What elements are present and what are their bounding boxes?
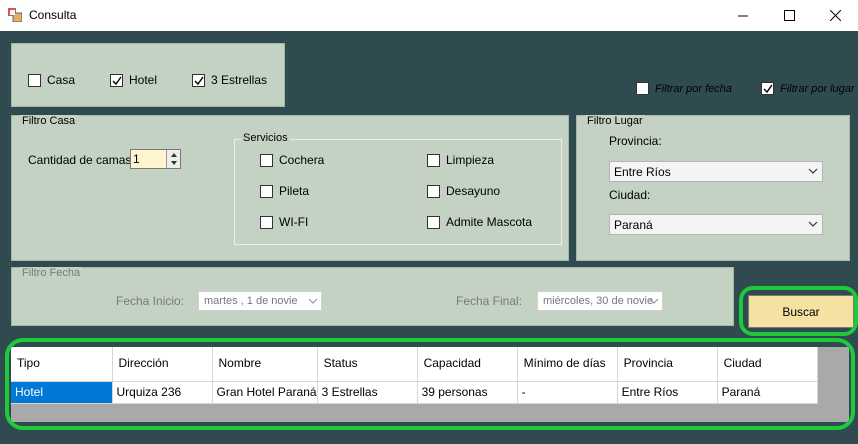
close-button[interactable] <box>812 0 858 31</box>
col-header-provincia[interactable]: Provincia <box>617 347 718 382</box>
hotel-label: Hotel <box>129 73 158 87</box>
type-panel: Casa Hotel 3 Estrellas <box>11 43 285 107</box>
checkbox-box <box>28 73 41 87</box>
results-grid[interactable]: Tipo Dirección Nombre Status Capacidad M… <box>11 347 849 422</box>
camas-label: Cantidad de camas <box>28 153 132 167</box>
desayuno-checkbox[interactable]: Desayuno <box>427 184 500 198</box>
checkbox-box <box>110 73 123 87</box>
results-table: Tipo Dirección Nombre Status Capacidad M… <box>11 347 818 404</box>
servicios-title: Servicios <box>241 132 290 144</box>
tres-estrellas-checkbox[interactable]: 3 Estrellas <box>192 73 267 87</box>
buscar-button[interactable]: Buscar <box>748 295 854 328</box>
pileta-label: Pileta <box>279 184 310 198</box>
provincia-select[interactable]: Entre Ríos <box>609 161 823 182</box>
cochera-checkbox[interactable]: Cochera <box>260 153 324 167</box>
checkbox-box <box>427 215 440 229</box>
fecha-final-value: miércoles, 30 de novie <box>543 295 654 307</box>
checkbox-box <box>636 82 649 95</box>
mascota-checkbox[interactable]: Admite Mascota <box>427 215 532 229</box>
pileta-checkbox[interactable]: Pileta <box>260 184 309 198</box>
col-header-capacidad[interactable]: Capacidad <box>417 347 518 382</box>
col-header-minimo-dias[interactable]: Mínimo de días <box>517 347 618 382</box>
limpieza-label: Limpieza <box>446 153 495 167</box>
wifi-label: WI-FI <box>279 215 309 229</box>
chevron-down-icon <box>808 168 818 174</box>
cochera-label: Cochera <box>279 153 325 167</box>
provincia-value: Entre Ríos <box>614 165 671 179</box>
wifi-checkbox[interactable]: WI-FI <box>260 215 308 229</box>
checkbox-box <box>260 184 273 198</box>
checkbox-box <box>260 153 273 167</box>
col-header-nombre[interactable]: Nombre <box>212 347 318 382</box>
hotel-checkbox[interactable]: Hotel <box>110 73 157 87</box>
cell-provincia[interactable]: Entre Ríos <box>617 381 718 404</box>
filtro-lugar-group: Filtro Lugar Provincia: Entre Ríos Ciuda… <box>576 115 850 261</box>
casa-label: Casa <box>47 73 76 87</box>
checkbox-box <box>192 73 205 87</box>
fecha-final-picker[interactable]: miércoles, 30 de novie <box>537 291 663 311</box>
form-client-area: Casa Hotel 3 Estrellas Filtrar por fecha… <box>0 31 858 444</box>
spin-arrows-icon <box>171 153 177 165</box>
cell-ciudad[interactable]: Paraná <box>717 381 818 404</box>
filtro-fecha-group: Filtro Fecha Fecha Inicio: martes , 1 de… <box>11 267 734 326</box>
filtro-casa-group: Filtro Casa Cantidad de camas 1 Servicio… <box>11 115 569 261</box>
filtrar-fecha-label: Filtrar por fecha <box>655 82 733 95</box>
servicios-group: Servicios Cochera Limpieza Pileta Desayu… <box>234 132 562 245</box>
buscar-label: Buscar <box>782 304 820 319</box>
col-header-status[interactable]: Status <box>317 347 418 382</box>
mascota-label: Admite Mascota <box>446 215 533 229</box>
provincia-label: Provincia: <box>609 134 662 148</box>
checkmark-icon <box>194 76 204 85</box>
minimize-icon <box>738 15 748 16</box>
checkbox-box <box>260 215 273 229</box>
fecha-inicio-picker[interactable]: martes , 1 de novie <box>198 291 322 311</box>
col-header-direccion[interactable]: Dirección <box>112 347 213 382</box>
col-header-ciudad[interactable]: Ciudad <box>717 347 818 382</box>
title-bar: Consulta <box>0 0 858 31</box>
camas-stepper[interactable]: 1 <box>130 149 181 169</box>
cell-status[interactable]: 3 Estrellas <box>317 381 418 404</box>
fecha-inicio-value: martes , 1 de novie <box>204 295 298 307</box>
tres-estrellas-label: 3 Estrellas <box>211 73 268 87</box>
spin-buttons[interactable] <box>166 150 180 168</box>
cell-capacidad[interactable]: 39 personas <box>417 381 518 404</box>
filtrar-lugar-label: Filtrar por lugar <box>780 82 855 95</box>
close-icon <box>829 10 841 21</box>
fecha-final-label: Fecha Final: <box>456 294 523 308</box>
col-header-tipo[interactable]: Tipo <box>11 347 113 382</box>
header-row: Tipo Dirección Nombre Status Capacidad M… <box>11 347 818 382</box>
cell-tipo[interactable]: Hotel <box>11 381 113 404</box>
chevron-down-icon <box>649 298 659 304</box>
chevron-down-icon <box>808 221 818 227</box>
table-row[interactable]: Hotel Urquiza 236 Gran Hotel Paraná 3 Es… <box>11 381 818 404</box>
ciudad-value: Paraná <box>614 218 653 232</box>
cell-direccion[interactable]: Urquiza 236 <box>112 381 213 404</box>
app-icon <box>8 8 22 22</box>
casa-checkbox[interactable]: Casa <box>28 73 75 87</box>
checkbox-box <box>427 184 440 198</box>
checkbox-box <box>761 82 774 95</box>
chevron-down-icon <box>308 298 318 304</box>
checkmark-icon <box>763 84 773 94</box>
filtrar-lugar-checkbox[interactable]: Filtrar por lugar <box>761 82 855 95</box>
window-title: Consulta <box>29 8 77 22</box>
filtro-casa-title: Filtro Casa <box>20 115 78 127</box>
fecha-inicio-label: Fecha Inicio: <box>116 294 185 308</box>
checkmark-icon <box>112 76 122 85</box>
ciudad-select[interactable]: Paraná <box>609 214 823 235</box>
ciudad-label: Ciudad: <box>609 188 651 202</box>
cell-nombre[interactable]: Gran Hotel Paraná <box>212 381 318 404</box>
filtro-fecha-title: Filtro Fecha <box>20 267 83 279</box>
desayuno-label: Desayuno <box>446 184 501 198</box>
checkbox-box <box>427 153 440 167</box>
camas-value: 1 <box>133 152 140 166</box>
limpieza-checkbox[interactable]: Limpieza <box>427 153 494 167</box>
maximize-button[interactable] <box>766 0 812 31</box>
minimize-button[interactable] <box>720 0 766 31</box>
maximize-icon <box>783 10 795 21</box>
filtrar-fecha-checkbox[interactable]: Filtrar por fecha <box>636 82 732 95</box>
cell-minimo-dias[interactable]: - <box>517 381 618 404</box>
filtro-lugar-title: Filtro Lugar <box>585 115 645 127</box>
